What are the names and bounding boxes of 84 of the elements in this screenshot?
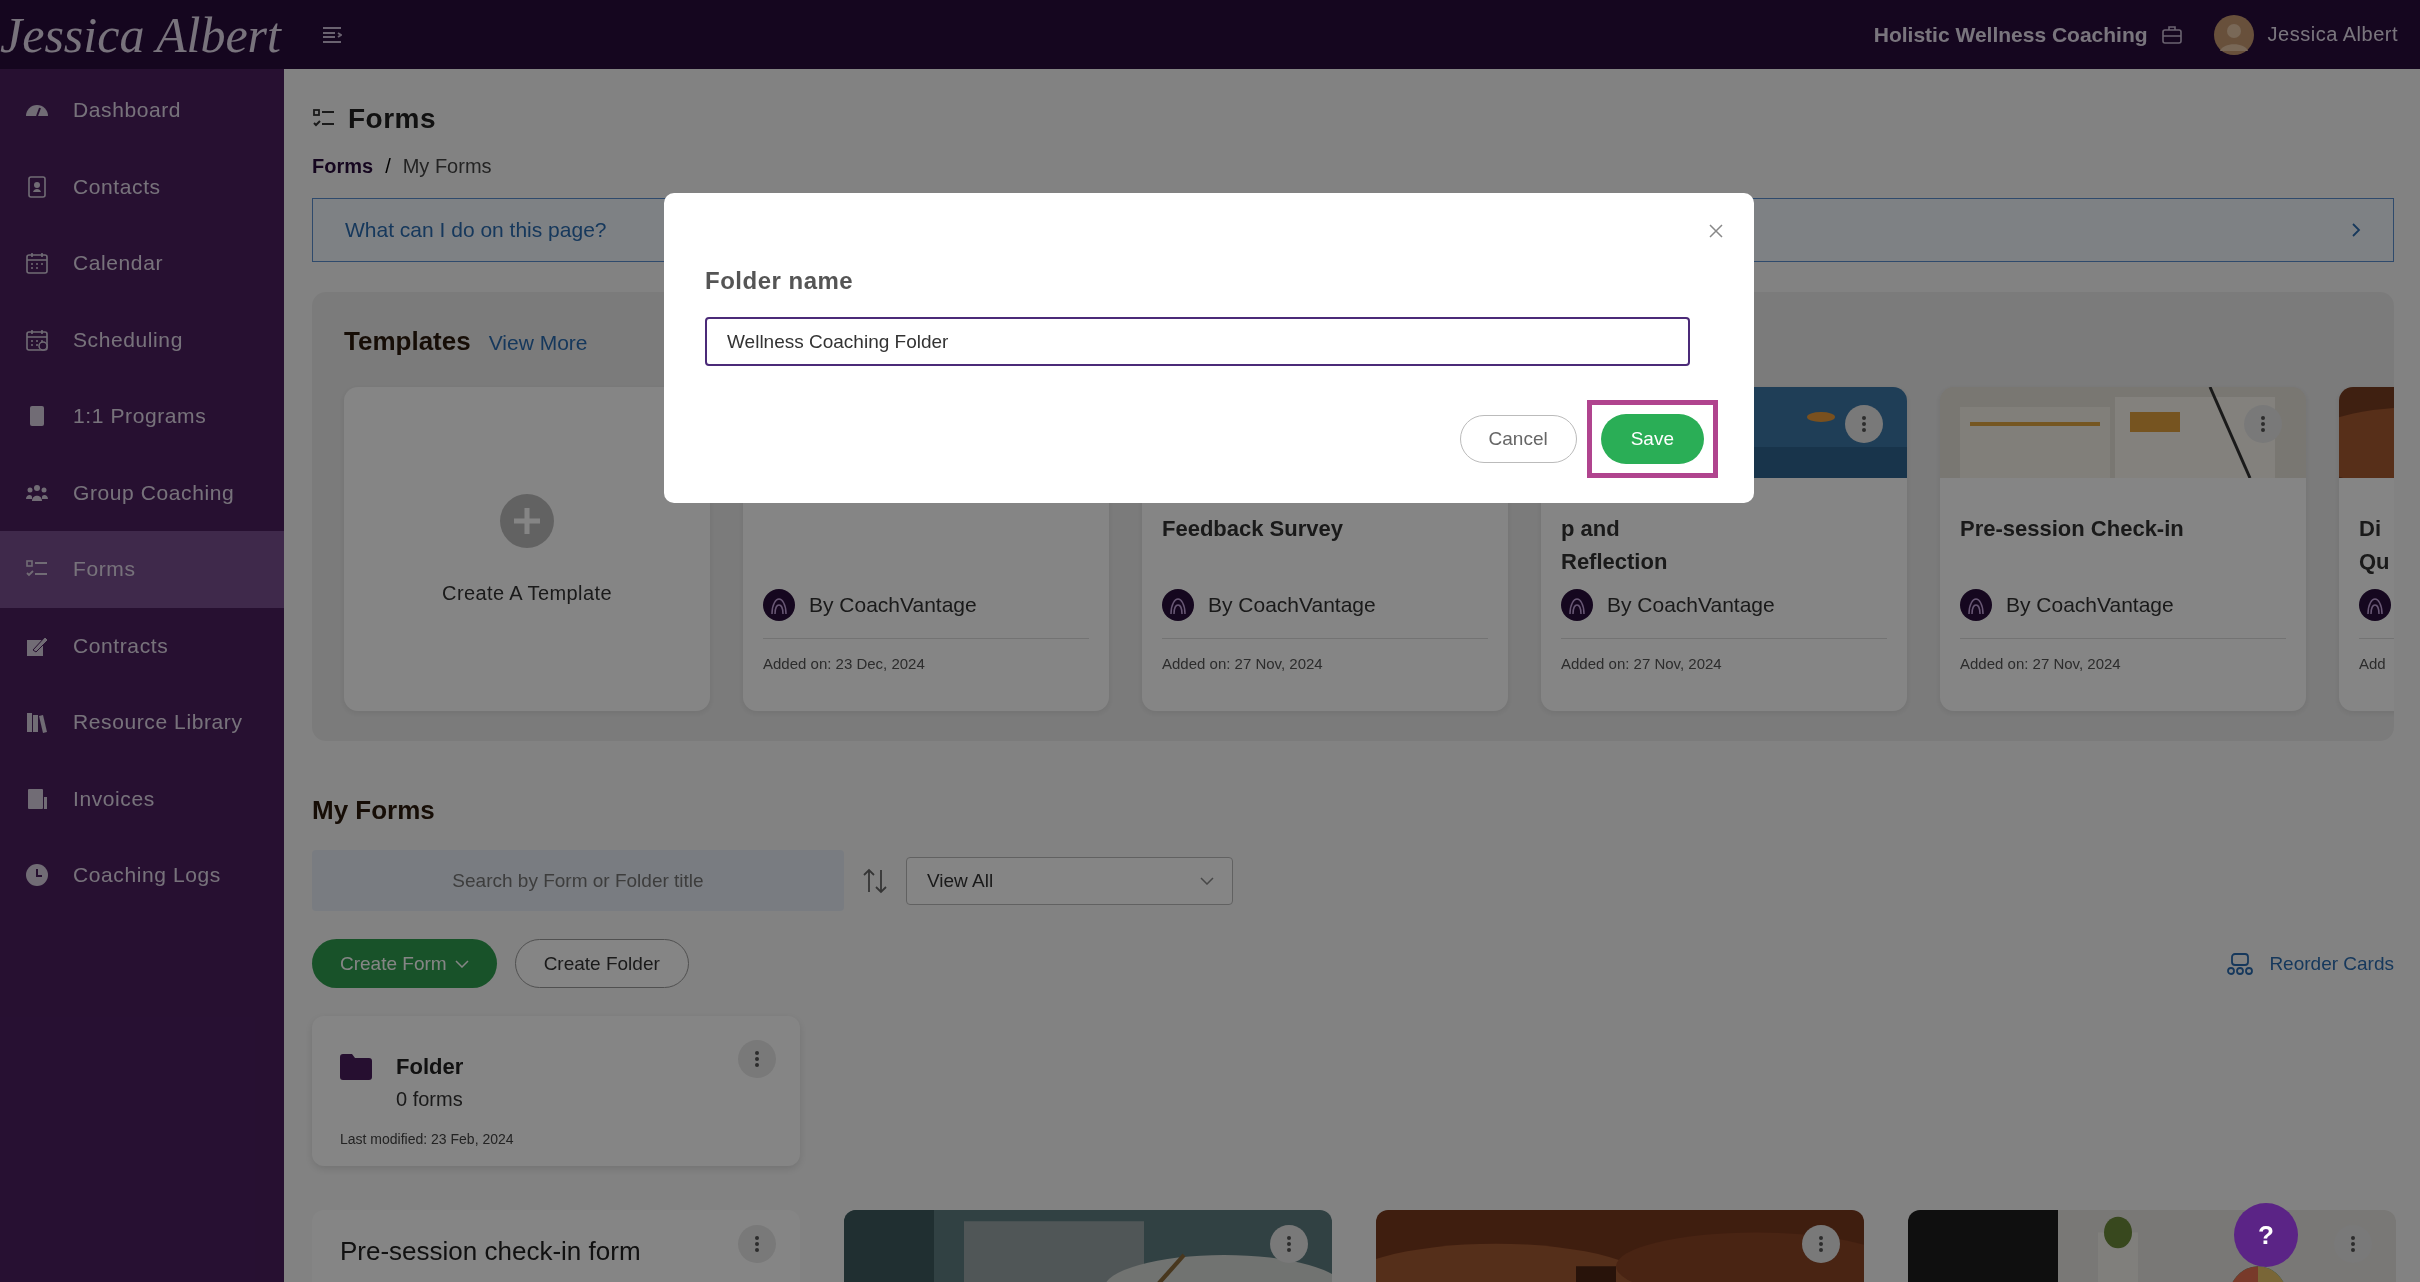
author-name: By CoachVantage [1208,593,1376,617]
form-title: Pre-session check-in form [340,1236,641,1266]
more-options-button[interactable] [738,1225,776,1263]
dots-icon [755,1051,759,1067]
user-name[interactable]: Jessica Albert [2267,23,2398,46]
avatar[interactable] [2213,14,2254,55]
folder-name: Folder [396,1054,465,1080]
folder-card[interactable]: Folder 0 forms Last modified: 23 Feb, 2024 [312,1016,800,1166]
sort-icon[interactable] [862,867,888,894]
folder-icon [340,1054,372,1080]
caret-icon [1200,876,1214,885]
brand-logo-icon [1561,589,1593,621]
menu-icon[interactable] [322,25,342,44]
form-count: 0 forms [396,1088,464,1111]
reorder-cards-button[interactable]: Reorder Cards [2227,952,2394,975]
more-options-button[interactable] [738,1040,776,1078]
template-card[interactable]: Di Qu Add [2339,387,2394,711]
dots-icon [1862,416,1866,432]
cards-icon [2227,952,2254,975]
sidebar-item[interactable]: Contacts [0,148,284,225]
author-name: By CoachVantage [2006,593,2174,617]
sidebar-item[interactable]: Calendar [0,225,284,302]
create-form-button[interactable]: Create Form [312,939,497,988]
plus-icon [500,493,554,548]
filter-dropdown[interactable]: View All [906,856,1233,905]
books-icon [25,710,49,735]
sidebar-item[interactable]: Invoices [0,760,284,837]
sidebar-item[interactable]: Scheduling [0,301,284,378]
section-title: Templates [344,326,471,357]
view-more-link[interactable]: View More [488,331,588,355]
chevron-right-icon [2351,222,2361,238]
clock-icon [25,863,49,888]
page-title: Forms [348,103,437,135]
calendar-icon [25,251,49,276]
save-button[interactable]: Save [1600,414,1704,464]
dots-icon [1287,1236,1291,1252]
section-title: My Forms [312,795,436,826]
breadcrumb-separator: / [385,155,391,178]
template-title: Qu [2359,548,2391,576]
author-name: By CoachVantage [809,593,977,617]
template-title: Reflection [1561,548,1669,576]
field-label: Folder name [705,267,855,295]
brand-logo-icon [763,589,795,621]
breadcrumb-current: My Forms [402,155,492,178]
close-icon[interactable] [1709,224,1723,238]
sidebar-item[interactable]: 1:1 Programs [0,378,284,455]
receipt-icon [25,786,49,811]
dots-icon [2351,1236,2355,1252]
address-book-icon [25,174,49,199]
create-template-card[interactable]: Create A Template [344,387,710,711]
template-title: Feedback Survey [1162,515,1344,543]
cancel-button[interactable]: Cancel [1459,415,1577,463]
calendar-icon [25,327,49,352]
template-title: p and [1561,515,1621,543]
dots-icon [755,1236,759,1252]
added-date: Added on: 27 Nov, 2024 [1561,655,1723,672]
template-card[interactable]: Pre-session Check-in By CoachVantage Added on: 27 Nov, 2024 [1940,387,2306,711]
breadcrumb-link[interactable]: Forms [312,155,374,178]
brand-logo-icon [1162,589,1194,621]
author-name: By CoachVantage [1607,593,1775,617]
template-title: Di [2359,515,2382,543]
create-folder-button[interactable]: Create Folder [514,939,689,988]
added-date: Added on: 27 Nov, 2024 [1960,655,2122,672]
logo: Jessica Albert [0,5,283,64]
modified-date: Last modified: 23 Feb, 2024 [340,1131,514,1147]
brand-logo-icon [1960,589,1992,621]
template-title: Pre-session Check-in [1960,515,2185,543]
added-date: Added on: 27 Nov, 2024 [1162,655,1324,672]
sidebar-item[interactable]: Dashboard [0,72,284,149]
caret-icon [454,959,469,968]
added-date: Add [2359,655,2387,672]
search-field[interactable]: Search by Form or Folder title [312,850,844,911]
folder-name-field[interactable]: Wellness Coaching Folder [705,317,1690,366]
dots-icon [1819,1236,1823,1252]
business-name[interactable]: Holistic Wellness Coaching [1873,22,2148,47]
sidebar-item[interactable]: Forms [0,531,284,608]
sidebar-item[interactable]: Coaching Logs [0,837,284,914]
added-date: Added on: 23 Dec, 2024 [763,655,926,672]
sidebar-item[interactable]: Resource Library [0,684,284,761]
briefcase-icon[interactable] [2161,25,2182,44]
brand-logo-icon [2359,589,2391,621]
sidebar-item[interactable]: Group Coaching [0,454,284,531]
dots-icon [2261,416,2265,432]
sidebar-item[interactable]: Contracts [0,607,284,684]
